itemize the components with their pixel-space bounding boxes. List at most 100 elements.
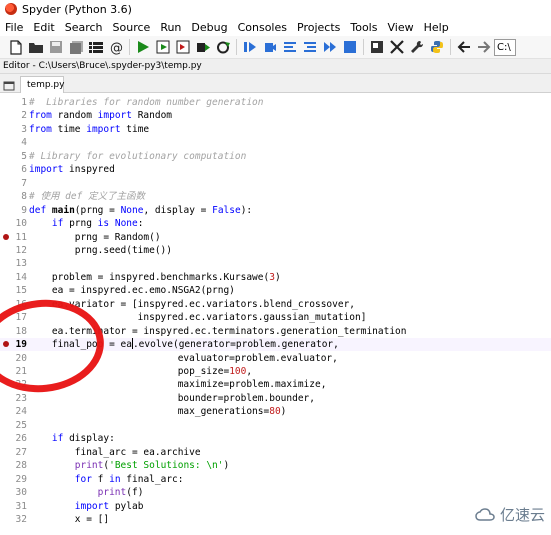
code-line[interactable]: 3 from time import time <box>0 123 551 136</box>
code-line[interactable]: 5 # Library for evolutionary computation <box>0 150 551 163</box>
debug-icon[interactable] <box>242 39 258 55</box>
code-line[interactable]: 8 # 使用 def 定义了主函数 <box>0 190 551 203</box>
menu-view[interactable]: View <box>382 21 418 34</box>
line-number: 1 <box>21 97 27 108</box>
line-number: 30 <box>15 487 27 499</box>
code-text: from random import Random <box>29 110 173 122</box>
code-text: # 使用 def 定义了主函数 <box>29 191 146 203</box>
line-number: 4 <box>21 137 27 149</box>
line-number: 24 <box>15 406 27 418</box>
line-number: 8 <box>21 191 27 203</box>
menu-source[interactable]: Source <box>108 21 156 34</box>
code-text: import pylab <box>74 500 144 512</box>
menu-projects[interactable]: Projects <box>292 21 345 34</box>
code-line[interactable]: 14 problem = inspyred.benchmarks.Kursawe… <box>0 271 551 284</box>
code-line[interactable]: 27 final_arc = ea.archive <box>0 446 551 459</box>
code-line[interactable]: 15 ea = inspyred.ec.emo.NSGA2(prng) <box>0 284 551 297</box>
back-arrow-icon[interactable] <box>456 39 472 55</box>
save-icon[interactable] <box>48 39 64 55</box>
code-line[interactable]: 22 maximize=problem.maximize, <box>0 378 551 391</box>
code-line[interactable]: 13 <box>0 257 551 270</box>
code-text: # Libraries for random number generation <box>29 97 264 108</box>
step-into-icon[interactable] <box>282 39 298 55</box>
line-number: 32 <box>15 513 27 525</box>
code-line[interactable]: 32 x = [] <box>0 513 551 526</box>
toolbar-separator <box>450 39 451 55</box>
menu-edit[interactable]: Edit <box>28 21 59 34</box>
menu-run[interactable]: Run <box>155 21 186 34</box>
menu-debug[interactable]: Debug <box>186 21 232 34</box>
spyder-app-icon <box>5 3 17 15</box>
line-number: 27 <box>15 446 27 458</box>
editor-tab-bar: temp.py <box>0 74 551 93</box>
line-number: 10 <box>15 218 27 230</box>
watermark-cloud-icon <box>475 507 495 521</box>
at-symbol-icon[interactable]: @ <box>108 39 124 55</box>
code-line[interactable]: 1 # Libraries for random number generatio… <box>0 96 551 109</box>
menu-help[interactable]: Help <box>419 21 454 34</box>
title-bar: Spyder (Python 3.6) <box>0 0 551 18</box>
save-all-icon[interactable] <box>68 39 84 55</box>
working-directory-field[interactable]: C:\ <box>494 38 516 56</box>
code-line[interactable]: 7 <box>0 177 551 190</box>
preferences-wrench-icon[interactable] <box>409 39 425 55</box>
code-text: import inspyred <box>29 164 115 176</box>
fullscreen-icon[interactable] <box>389 39 405 55</box>
code-line[interactable]: 6 import inspyred <box>0 163 551 176</box>
code-line[interactable]: 12 prng.seed(time()) <box>0 244 551 257</box>
code-editor[interactable]: 1 # Libraries for random number generatio… <box>0 93 551 535</box>
code-line[interactable]: 25 <box>0 419 551 432</box>
line-number: 23 <box>15 392 27 404</box>
menu-search[interactable]: Search <box>60 21 108 34</box>
forward-arrow-icon[interactable] <box>476 39 492 55</box>
code-line[interactable]: 2 from random import Random <box>0 109 551 122</box>
svg-text:@: @ <box>110 41 123 55</box>
line-number: 2 <box>21 110 27 122</box>
line-number: 25 <box>15 419 27 431</box>
line-number: 14 <box>15 271 27 283</box>
code-text: final_arc = ea.archive <box>29 446 201 458</box>
code-line[interactable]: 24 max_generations=80) <box>0 405 551 418</box>
code-text: prng = Random() <box>29 231 161 243</box>
continue-icon[interactable] <box>322 39 338 55</box>
run-selection-icon[interactable] <box>195 39 211 55</box>
python-path-icon[interactable] <box>429 39 445 55</box>
outline-list-icon[interactable] <box>88 39 104 55</box>
toolbar-separator <box>236 39 237 55</box>
code-line[interactable]: 11 prng = Random() <box>0 231 551 244</box>
code-line[interactable]: 31 import pylab <box>0 500 551 513</box>
code-line[interactable]: 10 if prng is None: <box>0 217 551 230</box>
tab-temp-py[interactable]: temp.py <box>20 76 64 93</box>
code-line[interactable]: 28 print('Best Solutions: \n') <box>0 459 551 472</box>
line-number: 3 <box>21 123 27 135</box>
line-number: 7 <box>21 177 27 189</box>
rerun-icon[interactable] <box>215 39 231 55</box>
code-text: print('Best Solutions: \n') <box>74 460 230 472</box>
code-line[interactable]: 29 for f in final_arc: <box>0 473 551 486</box>
menu-file[interactable]: File <box>0 21 28 34</box>
run-icon[interactable] <box>135 39 151 55</box>
code-line[interactable]: 4 <box>0 136 551 149</box>
text-cursor <box>131 338 133 350</box>
step-return-icon[interactable] <box>302 39 318 55</box>
new-file-icon[interactable] <box>8 39 24 55</box>
code-text: ea = inspyred.ec.emo.NSGA2(prng) <box>29 285 235 297</box>
browse-tabs-icon[interactable] <box>3 77 15 91</box>
toolbar-separator <box>363 39 364 55</box>
watermark-text: 亿速云 <box>499 506 545 524</box>
step-icon[interactable] <box>262 39 278 55</box>
menu-tools[interactable]: Tools <box>345 21 382 34</box>
run-cell-icon[interactable] <box>155 39 171 55</box>
code-line[interactable]: 23 bounder=problem.bounder, <box>0 392 551 405</box>
run-cell-advance-icon[interactable] <box>175 39 191 55</box>
maximize-pane-icon[interactable] <box>369 39 385 55</box>
stop-debug-icon[interactable] <box>342 39 358 55</box>
code-line[interactable]: 26 if display: <box>0 432 551 445</box>
code-line[interactable]: 9 def main(prng = None, display = False): <box>0 204 551 217</box>
code-text: problem = inspyred.benchmarks.Kursawe(3) <box>29 271 281 283</box>
menu-consoles[interactable]: Consoles <box>233 21 292 34</box>
code-text: bounder=problem.bounder, <box>29 392 315 404</box>
code-line[interactable]: 30 print(f) <box>0 486 551 499</box>
code-text: # Library for evolutionary computation <box>29 150 247 162</box>
open-folder-icon[interactable] <box>28 39 44 55</box>
